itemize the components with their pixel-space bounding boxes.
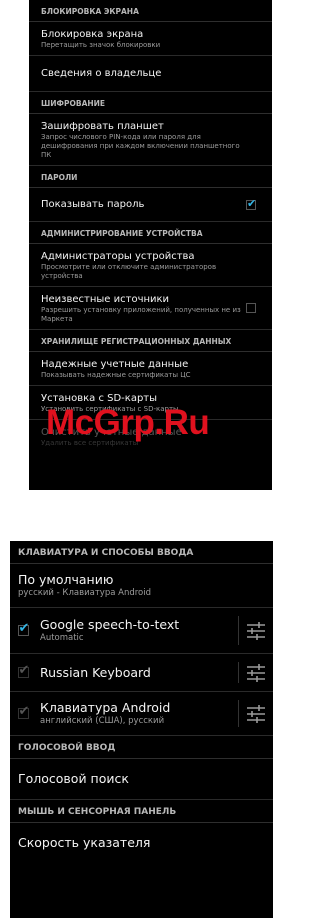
setting-screen-lock[interactable]: Блокировка экрана Перетащить значок блок…	[29, 22, 272, 56]
section-header-screen-lock: БЛОКИРОВКА ЭКРАНА	[29, 0, 272, 22]
setting-summary: Показывать надежные сертификаты ЦС	[41, 371, 191, 379]
ime-google-speech[interactable]: Google speech-to-text Automatic	[10, 608, 273, 654]
watermark: McGrp.Ru	[46, 403, 210, 442]
setting-summary: Перетащить значок блокировки	[41, 41, 161, 49]
input-settings-panel: КЛАВИАТУРА И СПОСОБЫ ВВОДА По умолчанию …	[10, 541, 273, 918]
section-header-passwords: ПАРОЛИ	[29, 166, 272, 188]
setting-title: Неизвестные источники	[41, 294, 170, 305]
unknown-sources-checkbox[interactable]	[246, 303, 256, 313]
ime-russian-keyboard[interactable]: Russian Keyboard	[10, 654, 273, 692]
ime-checkbox-wrap	[10, 608, 36, 653]
setting-summary: русский - Клавиатура Android	[18, 588, 151, 598]
ime-summary: английский (США), русский	[40, 716, 165, 726]
setting-title: Показывать пароль	[41, 199, 145, 210]
setting-title: Зашифровать планшет	[41, 121, 164, 132]
ime-title: Russian Keyboard	[40, 664, 151, 680]
ime-title: Клавиатура Android	[40, 700, 171, 715]
section-header-encryption: ШИФРОВАНИЕ	[29, 92, 272, 114]
section-header-credential-storage: ХРАНИЛИЩЕ РЕГИСТРАЦИОННЫХ ДАННЫХ	[29, 330, 272, 352]
setting-unknown-sources[interactable]: Неизвестные источники Разрешить установк…	[29, 287, 272, 330]
setting-show-password[interactable]: Показывать пароль	[29, 188, 272, 222]
ime-checkbox[interactable]	[17, 621, 29, 636]
setting-title: Блокировка экрана	[41, 29, 144, 40]
section-header-voice-input: ГОЛОСОВОЙ ВВОД	[10, 736, 273, 759]
ime-checkbox[interactable]	[17, 663, 29, 678]
setting-title: По умолчанию	[18, 572, 114, 587]
ime-text: Клавиатура Android английский (США), рус…	[36, 692, 238, 735]
setting-owner-info[interactable]: Сведения о владельце	[29, 56, 272, 92]
ime-checkbox[interactable]	[17, 704, 29, 719]
setting-trusted-credentials[interactable]: Надежные учетные данные Показывать надеж…	[29, 352, 272, 386]
ime-text: Russian Keyboard	[36, 657, 238, 689]
section-header-device-admin: АДМИНИСТРИРОВАНИЕ УСТРОЙСТВА	[29, 222, 272, 244]
ime-android-keyboard[interactable]: Клавиатура Android английский (США), рус…	[10, 692, 273, 736]
setting-summary: Разрешить установку приложений, полученн…	[41, 306, 241, 323]
setting-encrypt-tablet[interactable]: Зашифровать планшет Запрос числового PIN…	[29, 114, 272, 166]
section-header-keyboard: КЛАВИАТУРА И СПОСОБЫ ВВОДА	[10, 541, 273, 564]
setting-summary: Запрос числового PIN-кода или пароля для…	[41, 133, 240, 159]
sliders-icon[interactable]	[239, 654, 273, 691]
setting-title: Администраторы устройства	[41, 251, 195, 262]
setting-pointer-speed[interactable]: Скорость указателя	[10, 823, 273, 863]
setting-title: Скорость указателя	[18, 835, 151, 850]
setting-voice-search[interactable]: Голосовой поиск	[10, 759, 273, 800]
setting-title: Сведения о владельце	[41, 68, 162, 79]
show-password-checkbox[interactable]	[246, 197, 256, 210]
setting-summary: Просмотрите или отключите администраторо…	[41, 263, 217, 280]
ime-text: Google speech-to-text Automatic	[36, 609, 238, 652]
ime-title: Google speech-to-text	[40, 617, 180, 632]
setting-device-administrators[interactable]: Администраторы устройства Просмотрите ил…	[29, 244, 272, 287]
ime-summary: Automatic	[40, 633, 84, 643]
sliders-icon[interactable]	[239, 608, 273, 653]
setting-title: Голосовой поиск	[18, 771, 129, 786]
section-header-mouse-trackpad: МЫШЬ И СЕНСОРНАЯ ПАНЕЛЬ	[10, 800, 273, 823]
ime-checkbox-wrap	[10, 654, 36, 691]
setting-default-keyboard[interactable]: По умолчанию русский - Клавиатура Androi…	[10, 564, 273, 608]
ime-checkbox-wrap	[10, 692, 36, 735]
setting-title: Надежные учетные данные	[41, 359, 189, 370]
sliders-icon[interactable]	[239, 692, 273, 735]
